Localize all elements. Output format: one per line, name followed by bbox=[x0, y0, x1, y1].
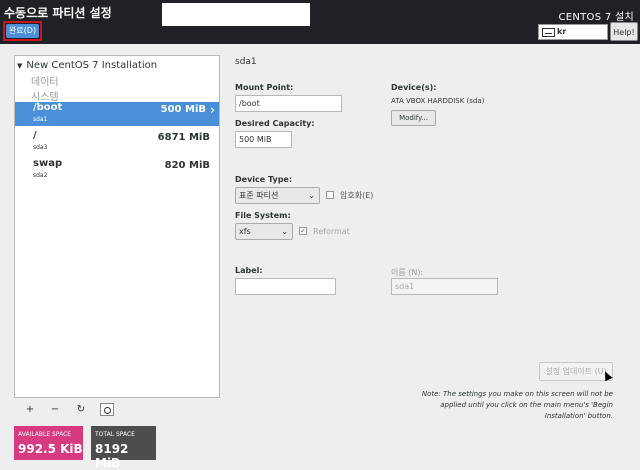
mount-point-label: Mount Point: bbox=[235, 83, 294, 92]
mount-point-size: 6871 MiB bbox=[157, 132, 210, 143]
expander-triangle-icon: ▼ bbox=[17, 62, 23, 70]
devices-label: Device(s): bbox=[391, 83, 437, 92]
mount-point-list: ▼ New CentOS 7 Installation 데이터 시스템 /boot… bbox=[14, 55, 220, 421]
file-system-select[interactable]: xfs ⌄ bbox=[235, 223, 293, 240]
settings-note: Note: The settings you make on this scre… bbox=[421, 390, 613, 420]
top-bar: 수동으로 파티션 설정 완료(D) CENTOS 7 설치 kr Help! bbox=[0, 0, 640, 44]
label-field[interactable] bbox=[235, 278, 336, 295]
available-space-label: AVAILABLE SPACE bbox=[18, 431, 72, 438]
remove-mount-point-button[interactable]: − bbox=[44, 403, 66, 417]
product-title: CENTOS 7 설치 bbox=[558, 12, 634, 23]
done-button-highlight: 완료(D) bbox=[3, 21, 42, 41]
mount-point-device: sda2 bbox=[33, 172, 48, 179]
available-space-value: 992.5 KiB bbox=[18, 442, 83, 456]
help-button[interactable]: Help! bbox=[610, 22, 638, 41]
encrypt-label: 암호화(E) bbox=[340, 191, 374, 200]
label-field-label: Label: bbox=[235, 266, 263, 275]
mount-point-name: /boot bbox=[33, 102, 63, 113]
chevron-right-icon: › bbox=[210, 103, 215, 117]
section-system: 시스템 bbox=[31, 92, 59, 103]
mount-point-field[interactable]: /boot bbox=[235, 95, 342, 112]
chevron-down-icon: ⌄ bbox=[281, 227, 288, 236]
total-space-label: TOTAL SPACE bbox=[95, 431, 135, 438]
mount-point-size: 820 MiB bbox=[164, 160, 210, 171]
page-title: 수동으로 파티션 설정 bbox=[4, 6, 112, 20]
device-type-value: 표준 파티션 bbox=[239, 191, 279, 200]
total-space-box: TOTAL SPACE 8192 MiB bbox=[91, 426, 156, 470]
mount-point-device: sda3 bbox=[33, 144, 48, 151]
mount-point-size: 500 MiB bbox=[160, 104, 206, 115]
keyboard-icon bbox=[542, 28, 555, 37]
installation-group-header[interactable]: ▼ New CentOS 7 Installation bbox=[17, 60, 157, 71]
mount-point-name: / bbox=[33, 130, 37, 141]
total-space-value: 8192 MiB bbox=[95, 442, 129, 470]
mount-point-device: sda1 bbox=[33, 116, 48, 123]
mount-point-row-swap[interactable]: swap sda2 820 MiB bbox=[15, 158, 219, 182]
section-data: 데이터 bbox=[31, 77, 59, 88]
add-mount-point-button[interactable]: + bbox=[19, 403, 41, 417]
modify-button[interactable]: Modify... bbox=[391, 110, 436, 126]
details-title: sda1 bbox=[235, 57, 257, 67]
configure-icon[interactable] bbox=[100, 403, 114, 416]
devices-value: ATA VBOX HARDDISK (sda) bbox=[391, 97, 485, 105]
encrypt-checkbox[interactable] bbox=[326, 191, 334, 199]
installation-title: New CentOS 7 Installation bbox=[26, 60, 158, 71]
available-space-box: AVAILABLE SPACE 992.5 KiB bbox=[14, 426, 83, 460]
name-field[interactable]: sda1 bbox=[391, 278, 498, 295]
mount-point-name: swap bbox=[33, 158, 63, 169]
desired-capacity-field[interactable]: 500 MiB bbox=[235, 131, 292, 148]
device-type-label: Device Type: bbox=[235, 175, 293, 184]
mount-point-row-boot[interactable]: /boot sda1 500 MiB › bbox=[15, 102, 219, 126]
file-system-value: xfs bbox=[239, 227, 251, 236]
reformat-checkbox[interactable]: ✓ bbox=[299, 227, 307, 235]
mount-point-toolbar: + − ↻ bbox=[14, 397, 220, 422]
done-button[interactable]: 완료(D) bbox=[6, 24, 39, 38]
keyboard-layout-indicator[interactable]: kr bbox=[538, 24, 608, 40]
chevron-down-icon: ⌄ bbox=[308, 191, 315, 200]
desired-capacity-label: Desired Capacity: bbox=[235, 119, 315, 128]
reformat-label: Reformat bbox=[313, 227, 350, 236]
name-label: 이름 (N): bbox=[391, 268, 424, 277]
device-type-select[interactable]: 표준 파티션 ⌄ bbox=[235, 187, 320, 204]
mount-point-row-root[interactable]: / sda3 6871 MiB bbox=[15, 130, 219, 154]
refresh-button[interactable]: ↻ bbox=[70, 403, 92, 417]
file-system-label: File System: bbox=[235, 211, 291, 220]
keyboard-layout-label: kr bbox=[557, 27, 567, 36]
blank-banner bbox=[162, 3, 310, 26]
